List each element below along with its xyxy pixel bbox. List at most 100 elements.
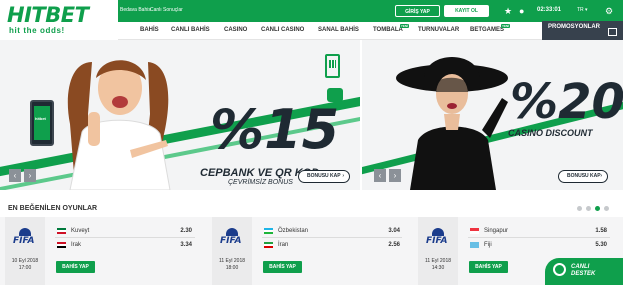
carousel-prev-button[interactable]: ‹ (9, 169, 21, 182)
nav-item-label: TURNUVALAR (418, 27, 460, 33)
nav-item-betgames[interactable]: BETGAMES YENİ (470, 24, 511, 33)
claim-discount-label: BONUSU KAP (567, 173, 601, 179)
tap-hand-icon (327, 88, 343, 102)
nav-item-label: CANLI CASINO (261, 27, 305, 33)
bonus-subline: ÇEVRİMSİZ BONUS (228, 179, 293, 186)
nav-item-tombala[interactable]: TOMBALA YENİ (373, 24, 409, 33)
claim-discount-button[interactable]: BONUSU KAP › (558, 170, 608, 183)
row-divider (55, 237, 195, 238)
new-badge: YENİ (399, 24, 409, 28)
woman-in-hat-image (396, 57, 508, 190)
language-select[interactable]: TR ▾ (577, 7, 588, 13)
carousel-prev-button[interactable]: ‹ (374, 169, 386, 182)
place-bet-button[interactable]: BAHİS YAP (263, 261, 302, 273)
carousel-next-button[interactable]: › (389, 169, 401, 182)
fifa-logo-icon (226, 228, 238, 236)
place-bet-button[interactable]: BAHİS YAP (469, 261, 508, 273)
qr-phone-icon (325, 54, 340, 78)
nav-item-bahis[interactable]: BAHİS (140, 27, 159, 33)
chevron-right-icon: › (342, 173, 344, 179)
flag-uzbekistan-icon (264, 228, 273, 234)
discount-headline: CASINO DISCOUNT (508, 128, 593, 138)
banner-cepbank-bonus[interactable]: hitbet %15 CEPBANK VE QR KOD ÇEVRİMSİZ B… (0, 40, 360, 190)
fifa-logo-icon (19, 228, 31, 236)
clock: 02:33:01 (537, 7, 562, 13)
match-time: 14:30 (431, 265, 445, 271)
match-date: 10 Eyl 2018 (11, 258, 39, 264)
home-team: Singapur (484, 228, 509, 234)
match-time: 17:00 (18, 265, 32, 271)
away-odd[interactable]: 3.34 (168, 242, 192, 248)
live-support-button[interactable]: CANLI DESTEK (545, 258, 623, 285)
away-odd[interactable]: 5.30 (583, 242, 607, 248)
free-bet-link[interactable]: Bedava Bahis (120, 7, 151, 13)
nav-item-label: TOMBALA (373, 27, 403, 33)
home-odd[interactable]: 2.30 (168, 228, 192, 234)
nav-item-label: BETGAMES (470, 27, 505, 33)
bonus-percent: %15 (210, 98, 340, 161)
away-odd[interactable]: 2.56 (376, 242, 400, 248)
live-results-link[interactable]: Canlı Sonuçlar (150, 7, 183, 13)
nav-item-turnuvalar[interactable]: TURNUVALAR (418, 27, 459, 33)
promotions-label: PROMOSYONLAR (548, 24, 601, 30)
carousel-dot[interactable] (586, 206, 591, 211)
headset-icon (553, 263, 566, 276)
claim-bonus-label: BONUSU KAP (307, 173, 341, 179)
claim-bonus-button[interactable]: BONUSU KAP › (298, 170, 350, 183)
phone-brand: hitbet (35, 116, 46, 121)
row-divider (468, 237, 610, 238)
flag-iraq-icon (57, 242, 66, 248)
star-icon[interactable]: ★ (504, 5, 512, 17)
home-team: Özbekistan (278, 228, 309, 234)
flag-singapore-icon (470, 228, 479, 234)
flag-iran-icon (264, 242, 273, 248)
home-odd[interactable]: 1.58 (583, 228, 607, 234)
live-support-line2: DESTEK (571, 271, 596, 277)
tagline: hit the odds! (9, 26, 65, 35)
language-label: TR (577, 7, 584, 13)
flag-kuwait-icon (57, 228, 66, 234)
carousel-dot-active[interactable] (595, 206, 600, 211)
logo-area[interactable]: HITBET hit the odds! (0, 0, 118, 40)
row-divider (262, 237, 402, 238)
nav-item-canli-bahis[interactable]: CANLI BAHİS (171, 27, 210, 33)
home-odd[interactable]: 3.04 (376, 228, 400, 234)
nav-item-label: CANLI BAHİS (171, 27, 210, 33)
discount-percent: %20 (510, 74, 623, 130)
nav-item-canli-casino[interactable]: CANLI CASINO (261, 27, 304, 33)
away-team: Fiji (484, 242, 492, 248)
phone-screen: hitbet (34, 106, 50, 140)
nav-item-casino[interactable]: CASINO (224, 27, 247, 33)
nav-item-label: BAHİS (140, 27, 159, 33)
phone-image: hitbet (30, 100, 54, 146)
league-logo: FIFA (426, 236, 448, 246)
carousel-dot[interactable] (604, 206, 609, 211)
promotions-button[interactable]: PROMOSYONLAR (542, 21, 623, 40)
fifa-logo-icon (432, 228, 444, 236)
section-title: EN BEĞENİLEN OYUNLAR (8, 205, 98, 212)
match-date: 11 Eyl 2018 (424, 258, 452, 264)
carousel-dot[interactable] (577, 206, 582, 211)
live-support-line1: CANLI (571, 264, 590, 270)
nav-item-sanal-bahis[interactable]: SANAL BAHİS (318, 27, 359, 33)
login-button[interactable]: GİRİŞ YAP (395, 5, 440, 17)
logo[interactable]: HITBET (7, 3, 89, 27)
nav-item-label: SANAL BAHİS (318, 27, 359, 33)
carousel-next-button[interactable]: › (24, 169, 36, 182)
away-team: İran (278, 242, 289, 248)
user-icon[interactable]: ● (519, 5, 524, 17)
gift-icon (608, 28, 617, 36)
settings-icon[interactable]: ⚙ (605, 5, 613, 17)
register-button[interactable]: KAYIT OL (444, 5, 489, 17)
match-date: 11 Eyl 2018 (218, 258, 246, 264)
league-logo: FIFA (220, 236, 242, 246)
away-team: Irak (71, 242, 82, 248)
league-logo: FIFA (13, 236, 35, 246)
qr-code-icon (329, 60, 336, 68)
home-team: Kuveyt (71, 228, 90, 234)
chevron-right-icon: › (600, 173, 602, 179)
banner-casino-discount[interactable]: %20 CASINO DISCOUNT BONUSU KAP › (362, 40, 623, 190)
woman-with-phone-image (67, 60, 171, 190)
popular-games-bar (0, 217, 623, 285)
place-bet-button[interactable]: BAHİS YAP (56, 261, 95, 273)
